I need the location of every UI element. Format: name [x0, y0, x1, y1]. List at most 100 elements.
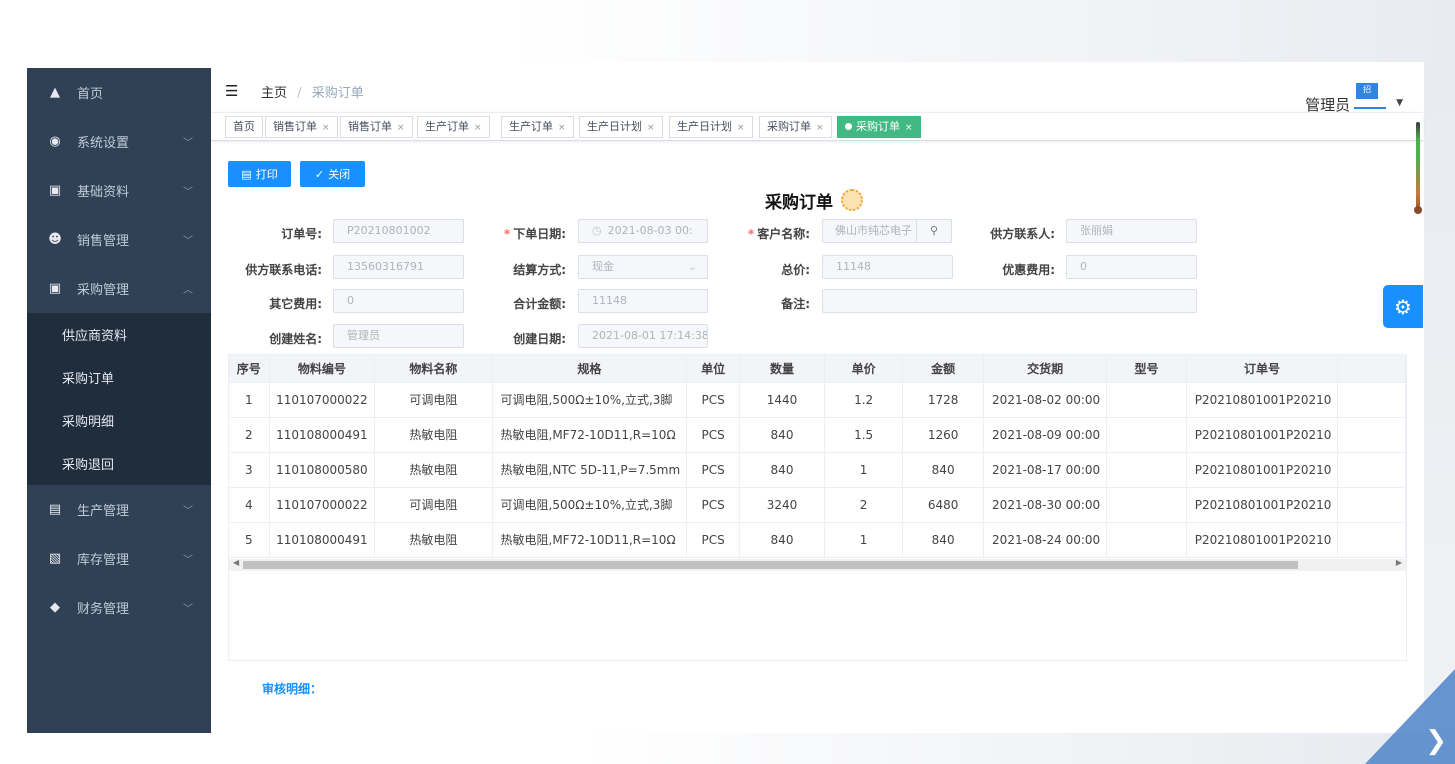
order-no-field[interactable]: P20210801002: [333, 219, 464, 243]
tag-label: 销售订单: [273, 120, 317, 133]
total-field[interactable]: 11148: [822, 255, 953, 279]
scrollbar-knob[interactable]: [1414, 206, 1422, 214]
table-cell: PCS: [686, 522, 740, 558]
vertical-scrollbar[interactable]: [1413, 122, 1423, 214]
scroll-right-icon[interactable]: ▶: [1396, 558, 1402, 567]
tag-purchase-order[interactable]: 采购订单 ×: [759, 116, 832, 138]
table-row[interactable]: 1 110107000022 可调电阻 可调电阻,500Ω±10%,立式,3脚 …: [229, 382, 1406, 418]
tag-production-order[interactable]: 生产订单 ×: [501, 116, 574, 138]
scrollbar-track[interactable]: [1416, 122, 1420, 212]
sum-amount-field[interactable]: 11148: [578, 289, 708, 313]
discount-field[interactable]: 0: [1066, 255, 1197, 279]
tag-production-plan[interactable]: 生产日计划 ×: [579, 116, 663, 138]
tag-purchase-order-active[interactable]: 采购订单 ×: [837, 116, 921, 138]
audit-detail-heading: 审核明细：: [262, 682, 323, 696]
print-button[interactable]: ▤ 打印: [228, 161, 291, 187]
close-icon[interactable]: ×: [816, 123, 824, 133]
tag-production-plan[interactable]: 生产日计划 ×: [669, 116, 753, 138]
table-cell: P20210801001P20210: [1186, 452, 1339, 488]
close-button[interactable]: ✓ 关闭: [300, 161, 365, 187]
column-header[interactable]: 单位: [686, 355, 740, 383]
chevron-up-icon: ︿: [183, 285, 193, 296]
submenu-item-purchase-detail[interactable]: 采购明细: [27, 399, 211, 442]
next-arrow-icon[interactable]: ❯: [1425, 726, 1447, 756]
column-header[interactable]: 物料编号: [269, 355, 376, 383]
close-icon[interactable]: ×: [397, 123, 405, 133]
page-title: 采购订单: [765, 188, 863, 214]
table-cell: 2021-08-30 00:00: [983, 487, 1108, 523]
sidebar-item-finance[interactable]: ◆ 财务管理 ﹀: [27, 583, 211, 632]
column-header[interactable]: 数量: [739, 355, 826, 383]
table-row[interactable]: 2 110108000491 热敏电阻 热敏电阻,MF72-10D11,R=10…: [229, 417, 1406, 453]
sidebar-item-system-settings[interactable]: ◉ 系统设置 ﹀: [27, 117, 211, 166]
items-grid: 序号 物料编号 物料名称 规格 单位 数量 单价 金额 交货期 型号 订单号 1…: [229, 355, 1406, 558]
settings-button[interactable]: ⚙: [1383, 285, 1423, 328]
submenu-item-supplier[interactable]: 供应商资料: [27, 313, 211, 356]
close-icon[interactable]: ×: [737, 123, 745, 133]
close-icon[interactable]: ×: [322, 123, 330, 133]
column-header[interactable]: 金额: [902, 355, 985, 383]
supplier-contact-field[interactable]: 张丽娟: [1066, 219, 1197, 243]
scrollbar-thumb[interactable]: [243, 561, 1298, 569]
column-header[interactable]: 序号: [229, 355, 270, 383]
table-cell: PCS: [686, 487, 740, 523]
breadcrumb-home[interactable]: 主页: [261, 86, 287, 101]
customer-field[interactable]: 佛山市纯芯电子: [822, 219, 917, 243]
caret-down-icon[interactable]: ▼: [1396, 98, 1403, 108]
creator-field[interactable]: 管理员: [333, 324, 464, 348]
flag-icon: 招: [1356, 82, 1379, 99]
user-menu[interactable]: 管理员 招 ▼: [1305, 74, 1403, 115]
sidebar-item-production[interactable]: ▤ 生产管理 ﹀: [27, 485, 211, 534]
column-header[interactable]: 型号: [1106, 355, 1187, 383]
sidebar-item-home[interactable]: ▲ 首页: [27, 68, 211, 117]
close-icon[interactable]: ×: [558, 123, 566, 133]
order-date-value: 2021-08-03 00:: [607, 224, 693, 237]
sidebar-item-basic-data[interactable]: ▣ 基础资料 ﹀: [27, 166, 211, 215]
table-row[interactable]: 3 110108000580 热敏电阻 热敏电阻,NTC 5D-11,P=7.5…: [229, 452, 1406, 488]
close-icon[interactable]: ×: [647, 123, 655, 133]
discount-label: 优惠费用:: [1002, 263, 1055, 277]
sidebar-item-purchase[interactable]: ▣ 采购管理 ︿: [27, 264, 211, 313]
remark-field[interactable]: [822, 289, 1197, 313]
table-cell: 1.5: [824, 417, 904, 453]
horizontal-scrollbar[interactable]: ◀ ▶: [229, 558, 1406, 571]
created-date-field[interactable]: 2021-08-01 17:14:38: [578, 324, 708, 348]
order-date-field[interactable]: ◷ 2021-08-03 00:: [578, 219, 708, 243]
table-row[interactable]: 4 110107000022 可调电阻 可调电阻,500Ω±10%,立式,3脚 …: [229, 487, 1406, 523]
customer-label-text: 客户名称:: [757, 227, 810, 241]
close-icon[interactable]: ×: [905, 123, 913, 133]
supplier-phone-field[interactable]: 13560316791: [333, 255, 464, 279]
tag-production-order[interactable]: 生产订单 ×: [417, 116, 490, 138]
table-row[interactable]: 5 110108000491 热敏电阻 热敏电阻,MF72-10D11,R=10…: [229, 522, 1406, 558]
submenu-item-purchase-return[interactable]: 采购退回: [27, 442, 211, 485]
column-header[interactable]: 物料名称: [374, 355, 493, 383]
tag-sales-order[interactable]: 销售订单 ×: [340, 116, 413, 138]
sidebar-item-label: 系统设置: [77, 136, 130, 151]
settlement-select[interactable]: 现金 ⌄: [578, 255, 708, 279]
tag-home[interactable]: 首页: [225, 116, 263, 138]
column-header[interactable]: 规格: [492, 355, 688, 383]
home-icon: ▲: [50, 85, 60, 100]
customer-search-button[interactable]: ⚲: [916, 219, 952, 243]
tag-label: 生产订单: [425, 120, 469, 133]
order-no-label: 订单号:: [281, 227, 322, 241]
close-icon[interactable]: ×: [474, 123, 482, 133]
hamburger-menu-icon[interactable]: ☰: [225, 82, 238, 100]
required-mark: *: [503, 227, 511, 241]
column-header[interactable]: 单价: [824, 355, 904, 383]
settlement-value: 现金: [592, 260, 614, 273]
order-date-label-text: 下单日期:: [513, 227, 566, 241]
submenu-item-purchase-order[interactable]: 采购订单: [27, 356, 211, 399]
check-icon: ✓: [314, 167, 325, 181]
tag-sales-order[interactable]: 销售订单 ×: [265, 116, 338, 138]
sidebar-item-inventory[interactable]: ▧ 库存管理 ﹀: [27, 534, 211, 583]
sidebar-item-sales[interactable]: ☻ 销售管理 ﹀: [27, 215, 211, 264]
column-header[interactable]: 订单号: [1186, 355, 1339, 383]
page-background-top: [0, 0, 1455, 62]
tag-label: 销售订单: [348, 120, 392, 133]
scroll-left-icon[interactable]: ◀: [233, 558, 239, 567]
created-date-value: 2021-08-01 17:14:38: [592, 329, 708, 342]
column-header[interactable]: 交货期: [983, 355, 1108, 383]
other-fee-field[interactable]: 0: [333, 289, 464, 313]
column-header: [1337, 355, 1406, 383]
